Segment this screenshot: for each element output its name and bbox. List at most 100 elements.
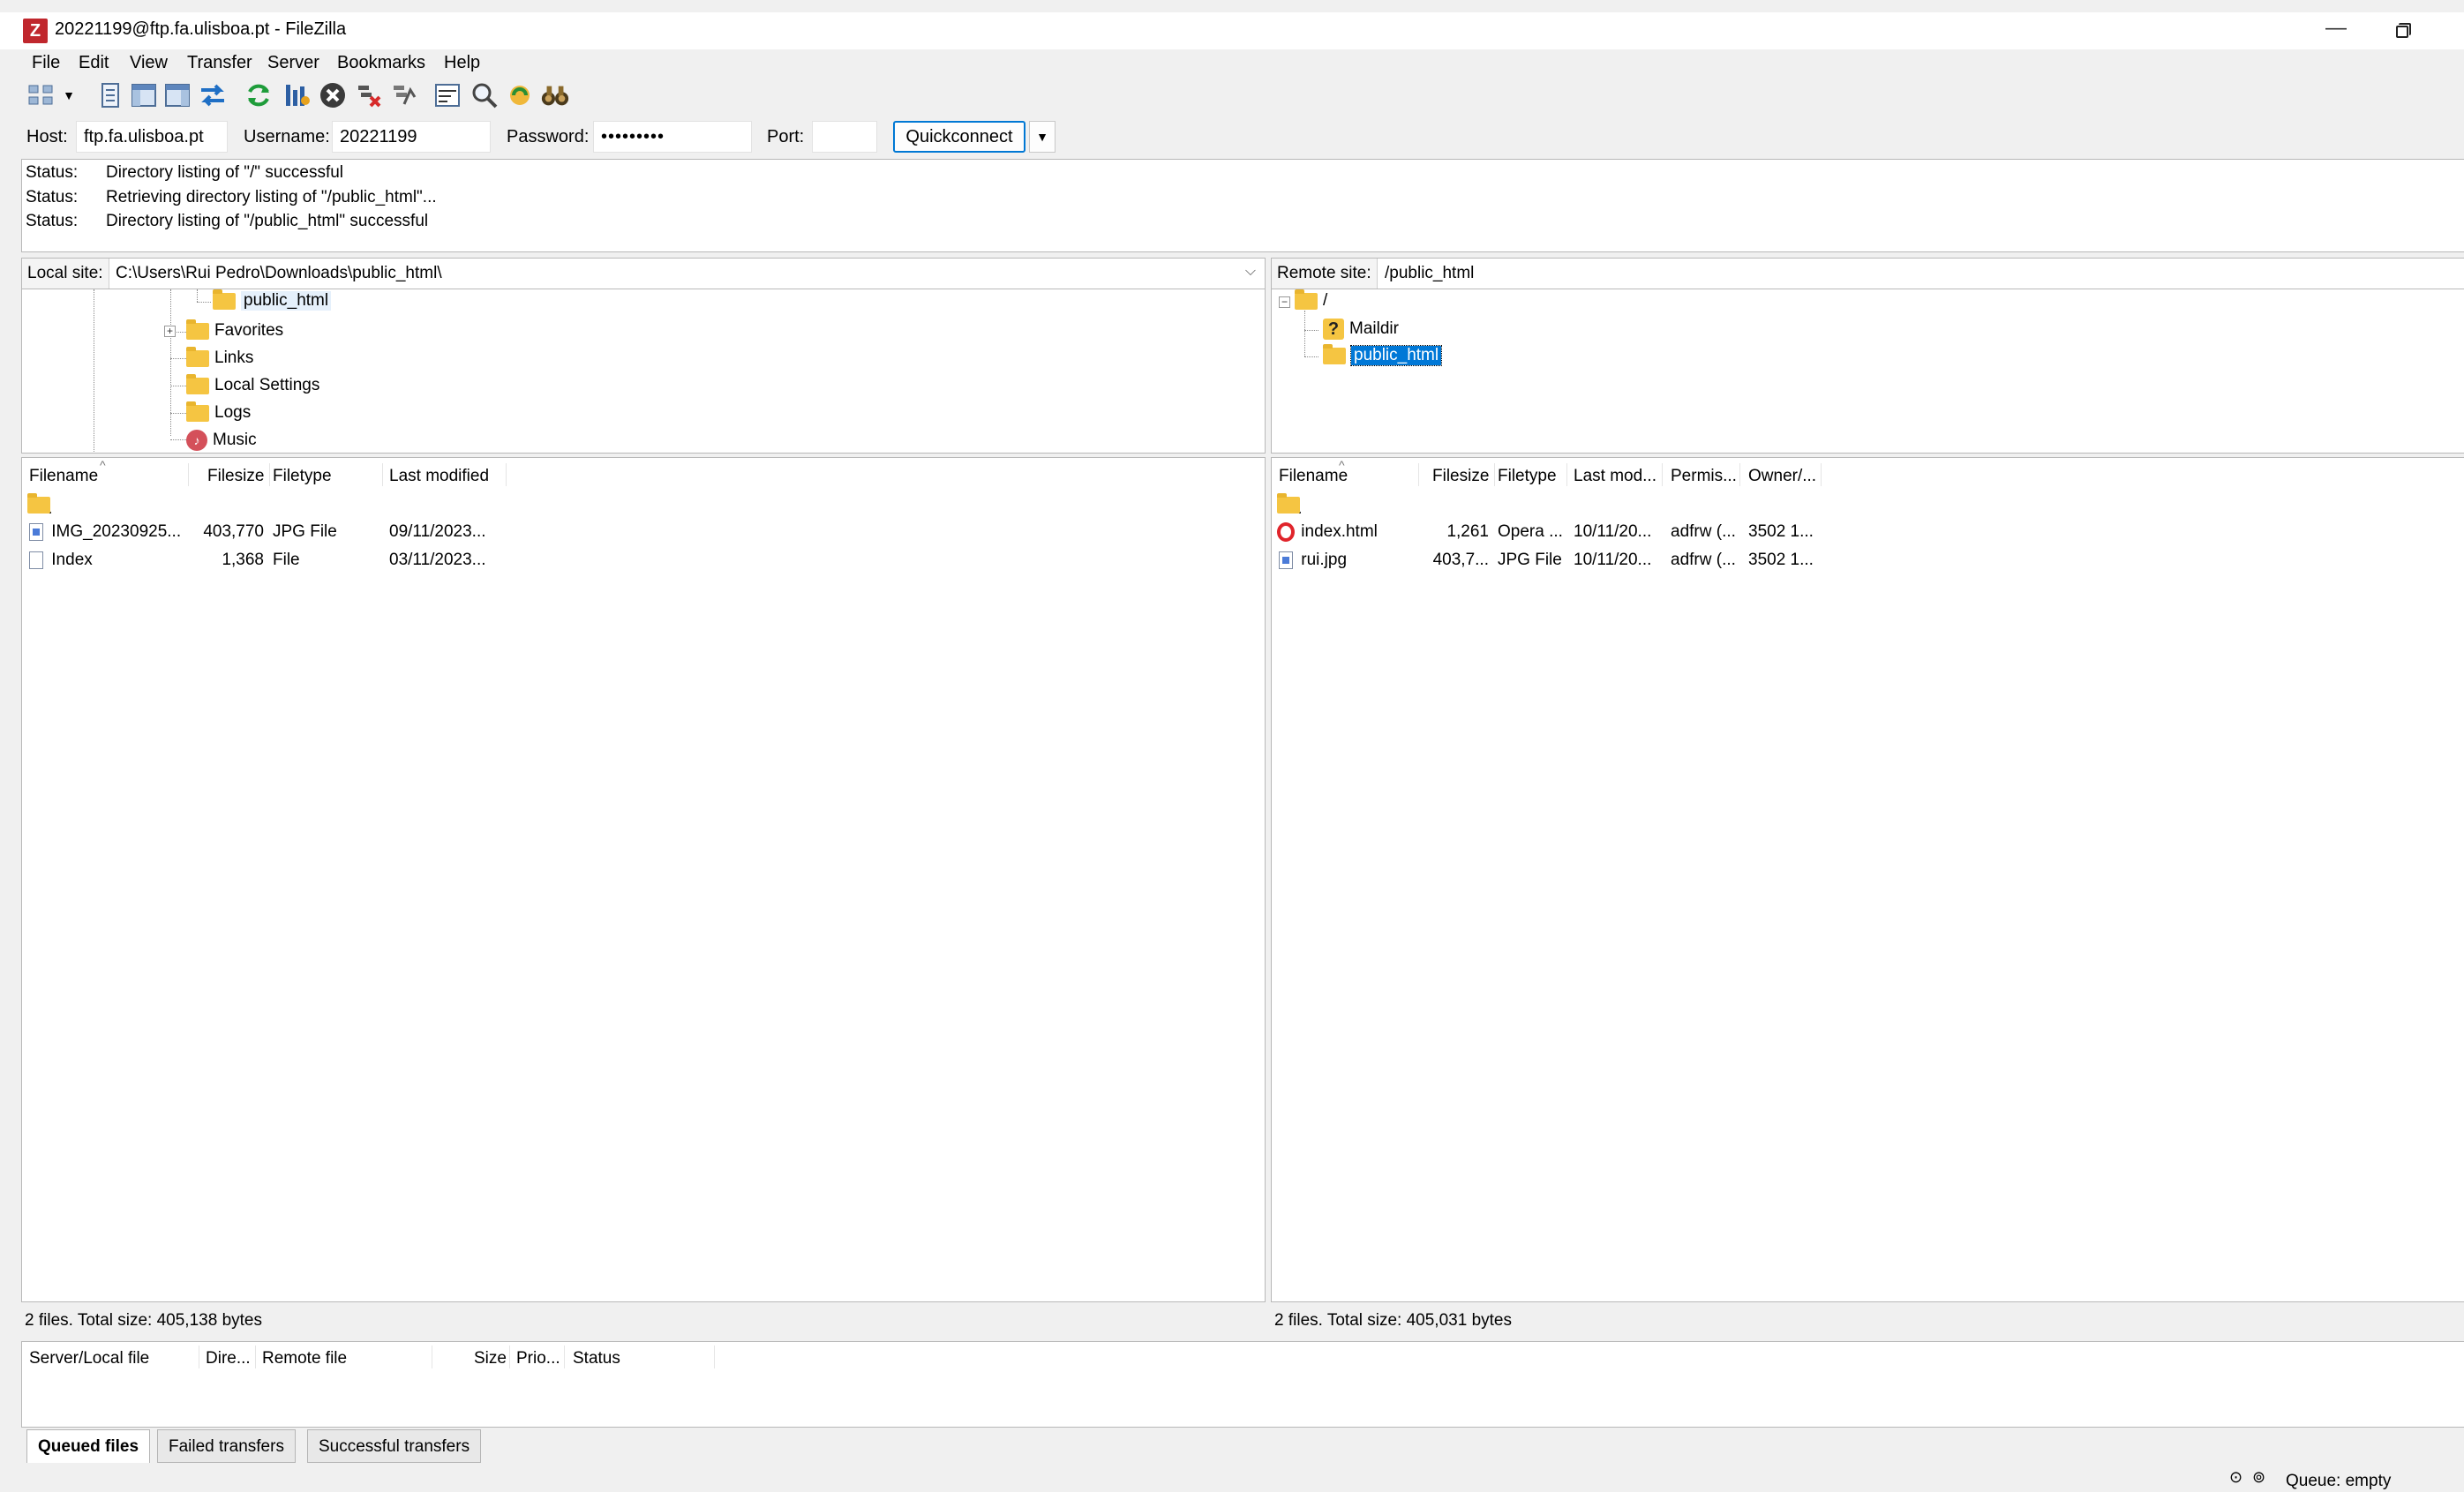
process-queue-icon[interactable] (282, 80, 312, 110)
opera-icon (1277, 522, 1295, 542)
column-filetype[interactable]: Filetype (273, 467, 332, 486)
title-bar: Z 20221199@ftp.fa.ulisboa.pt - FileZilla… (0, 12, 2464, 49)
column-filename[interactable]: Filename (1279, 467, 1348, 486)
column-owner[interactable]: Owner/... (1748, 467, 1816, 486)
tab-failed-transfers[interactable]: Failed transfers (157, 1429, 296, 1463)
folder-icon (213, 289, 236, 310)
quickconnect-button[interactable]: Quickconnect (893, 121, 1025, 153)
site-manager-icon[interactable] (26, 80, 56, 110)
tree-item-root[interactable]: / (1295, 289, 1327, 311)
tab-successful-transfers[interactable]: Successful transfers (307, 1429, 482, 1463)
network-icon[interactable]: ⊚ (2252, 1468, 2265, 1487)
tree-item-local-settings[interactable]: Local Settings (186, 373, 319, 395)
table-row[interactable]: index.html (1277, 522, 1378, 542)
cancel-icon[interactable] (318, 80, 348, 110)
local-status-text: 2 files. Total size: 405,138 bytes (25, 1311, 262, 1330)
image-file-icon (1279, 551, 1293, 569)
search-icon[interactable] (540, 80, 570, 110)
column-server-local-file[interactable]: Server/Local file (29, 1349, 149, 1368)
tree-item-public-html[interactable]: public_html (213, 289, 332, 311)
file-owner: 3502 1... (1748, 522, 1814, 541)
table-row[interactable]: IMG_20230925... (29, 522, 181, 542)
menu-bookmarks[interactable]: Bookmarks (337, 53, 425, 73)
refresh-icon[interactable] (244, 80, 274, 110)
transfer-queue: Server/Local file Dire... Remote file Si… (21, 1341, 2464, 1428)
collapse-icon[interactable]: − (1279, 296, 1290, 308)
expand-icon[interactable]: + (164, 326, 176, 337)
folder-icon (186, 319, 209, 340)
local-file-list: Filename ^ Filesize Filetype Last modifi… (21, 457, 1266, 1302)
menu-view[interactable]: View (130, 53, 168, 73)
column-status[interactable]: Status (573, 1349, 620, 1368)
file-type: JPG File (273, 522, 337, 541)
reconnect-icon[interactable] (390, 80, 420, 110)
speed-limit-icon[interactable]: ⊙ (2229, 1468, 2242, 1487)
chevron-down-icon[interactable]: ⌵ (1245, 264, 1256, 280)
file-permissions: adfrw (... (1671, 522, 1736, 541)
password-input[interactable] (593, 121, 752, 153)
menu-bar: File Edit View Transfer Server Bookmarks… (0, 49, 2464, 78)
tree-item-favorites[interactable]: Favorites (186, 319, 283, 341)
remote-status-text: 2 files. Total size: 405,031 bytes (1274, 1311, 1512, 1330)
menu-file[interactable]: File (32, 53, 60, 73)
file-type: JPG File (1498, 551, 1562, 569)
column-filesize[interactable]: Filesize (1432, 467, 1489, 486)
column-size[interactable]: Size (474, 1349, 507, 1368)
filter-icon[interactable] (432, 80, 462, 110)
local-site-path[interactable]: C:\Users\Rui Pedro\Downloads\public_html… (116, 264, 442, 283)
tree-item-music[interactable]: ♪ Music (186, 430, 257, 451)
sync-browse-icon[interactable] (505, 80, 535, 110)
minimize-icon[interactable]: — (2323, 16, 2349, 42)
folder-icon (186, 346, 209, 367)
tree-item-maildir[interactable]: ? Maildir (1323, 319, 1399, 340)
tab-queued-files[interactable]: Queued files (26, 1429, 151, 1463)
column-direction[interactable]: Dire... (206, 1349, 251, 1368)
sort-ascending-icon: ^ (100, 458, 106, 472)
message-log-icon[interactable] (95, 80, 125, 110)
remote-tree-icon[interactable] (162, 80, 192, 110)
host-input[interactable] (76, 121, 228, 153)
disconnect-icon[interactable] (355, 80, 385, 110)
local-tree-icon[interactable] (129, 80, 159, 110)
quickconnect-dropdown-icon[interactable]: ▼ (1029, 121, 1055, 153)
table-row[interactable]: Index (29, 551, 93, 570)
username-input[interactable] (332, 121, 491, 153)
port-label: Port: (767, 127, 805, 146)
local-site-bar: Local site: C:\Users\Rui Pedro\Downloads… (21, 258, 1266, 289)
column-remote-file[interactable]: Remote file (262, 1349, 347, 1368)
restore-icon[interactable] (2388, 16, 2415, 42)
tree-item-links[interactable]: Links (186, 346, 253, 368)
queue-status: Queue: empty (2286, 1472, 2392, 1490)
sort-ascending-icon: ^ (1339, 458, 1345, 472)
column-permissions[interactable]: Permis... (1671, 467, 1737, 486)
folder-icon (1323, 343, 1346, 364)
tree-item-public-html[interactable]: public_html (1323, 343, 1443, 366)
filezilla-logo-icon: Z (23, 19, 48, 43)
list-item-parent-dir[interactable]: .. (1277, 493, 1303, 519)
file-owner: 3502 1... (1748, 551, 1814, 569)
table-row[interactable]: rui.jpg (1279, 551, 1347, 570)
remote-site-path[interactable]: /public_html (1385, 264, 1474, 283)
compare-icon[interactable] (470, 80, 500, 110)
column-filename[interactable]: Filename (29, 467, 98, 486)
file-size: 1,368 (222, 551, 264, 569)
list-item-parent-dir[interactable]: .. (27, 493, 53, 519)
menu-transfer[interactable]: Transfer (187, 53, 252, 73)
file-modified: 03/11/2023... (389, 551, 486, 569)
menu-server[interactable]: Server (267, 53, 319, 73)
column-last-modified[interactable]: Last mod... (1574, 467, 1656, 486)
port-input[interactable] (812, 121, 877, 153)
image-file-icon (29, 522, 43, 541)
column-priority[interactable]: Prio... (516, 1349, 560, 1368)
folder-icon (186, 373, 209, 394)
dropdown-arrow-icon[interactable]: ▼ (60, 80, 78, 110)
folder-icon (1295, 289, 1318, 310)
column-last-modified[interactable]: Last modified (389, 467, 489, 486)
column-filesize[interactable]: Filesize (207, 467, 264, 486)
folder-icon (27, 493, 50, 514)
menu-help[interactable]: Help (444, 53, 480, 73)
transfer-queue-icon[interactable] (198, 80, 228, 110)
tree-item-logs[interactable]: Logs (186, 401, 251, 423)
column-filetype[interactable]: Filetype (1498, 467, 1557, 486)
menu-edit[interactable]: Edit (79, 53, 109, 73)
